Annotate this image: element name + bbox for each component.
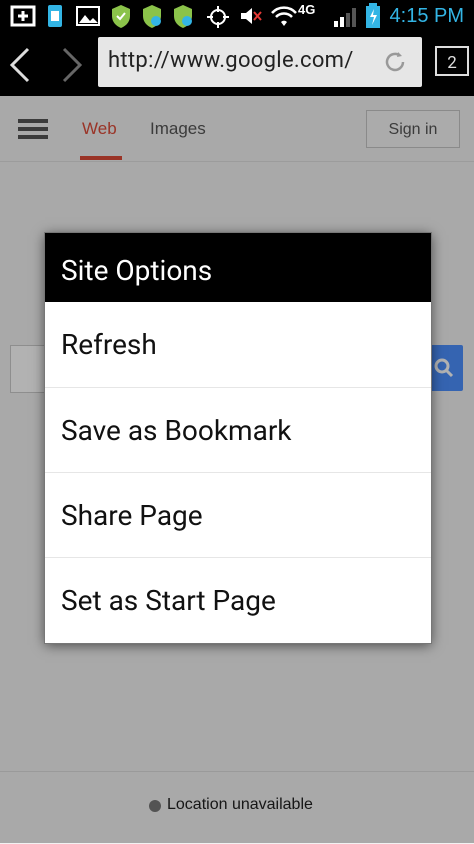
- url-bar[interactable]: http://www.google.com/: [98, 37, 422, 87]
- mute-icon: [241, 8, 262, 24]
- menu-item-set-start-page[interactable]: Set as Start Page: [45, 557, 431, 642]
- shield-info-icon: [143, 5, 161, 28]
- clock: 4:15 PM: [389, 5, 464, 27]
- back-icon[interactable]: [4, 45, 36, 85]
- wifi-icon: [271, 6, 297, 26]
- menu-item-refresh[interactable]: Refresh: [45, 302, 431, 387]
- site-options-dialog: Site Options Refresh Save as Bookmark Sh…: [45, 233, 431, 643]
- shield-check-icon: [112, 5, 130, 28]
- signal-icon: [334, 8, 356, 27]
- forward-icon[interactable]: [56, 45, 88, 85]
- url-text[interactable]: http://www.google.com/: [108, 48, 354, 73]
- sim-icon: [48, 5, 62, 27]
- network-type-label: 4G: [298, 2, 316, 17]
- dialog-title: Site Options: [45, 233, 431, 302]
- menu-item-share-page[interactable]: Share Page: [45, 472, 431, 557]
- menu-item-save-bookmark[interactable]: Save as Bookmark: [45, 387, 431, 472]
- tab-switcher-button[interactable]: 2: [435, 46, 469, 76]
- add-notification-icon: [10, 5, 36, 27]
- battery-charging-icon: [366, 3, 380, 28]
- status-bar: 4G 4:15 PM: [0, 0, 474, 33]
- refresh-icon[interactable]: [382, 49, 408, 75]
- image-icon: [76, 6, 100, 26]
- shield-info-icon-2: [174, 5, 192, 28]
- gps-icon: [207, 6, 229, 28]
